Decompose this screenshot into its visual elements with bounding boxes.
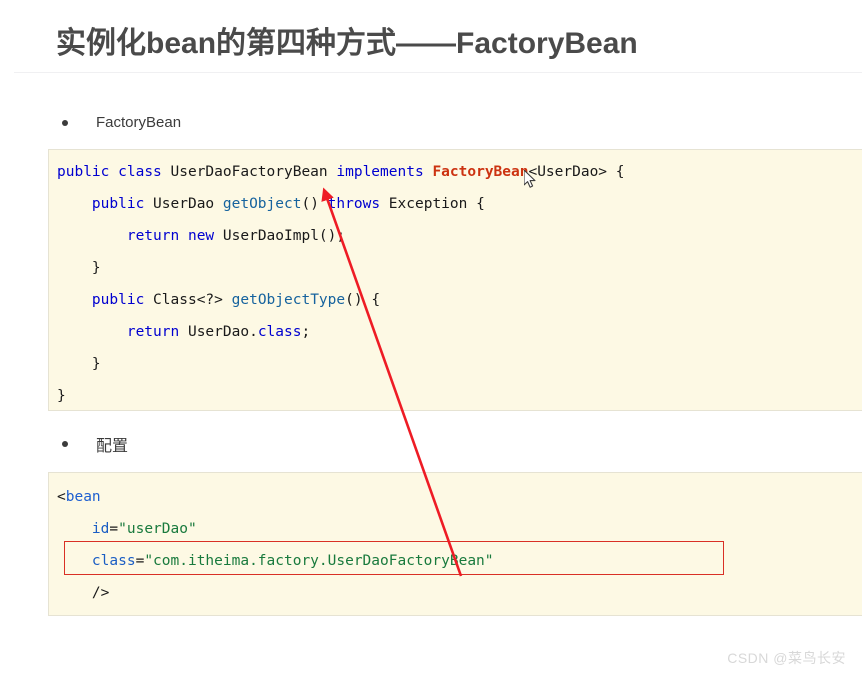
code-token: FactoryBean [432,164,529,180]
code-token: bean [65,489,101,505]
code-token: class [91,553,136,569]
code-line: } [57,380,862,410]
list-item-label: 配置 [96,438,129,455]
code-line: public class UserDaoFactoryBean implemen… [57,156,862,188]
code-line: } [57,252,862,284]
code-token: implements [336,164,424,180]
code-block-java[interactable]: public class UserDaoFactoryBean implemen… [48,149,862,411]
list-item-config: 配置 [62,432,128,456]
code-token: public [91,292,145,308]
watermark: CSDN @菜鸟长安 [727,650,846,666]
bullet-dot-icon [62,119,68,126]
code-token: getObjectType [231,292,346,308]
page-title: 实例化bean的第四种方式——FactoryBean [56,27,638,60]
code-token: < [57,489,66,505]
code-token: = [109,521,119,537]
code-token: UserDao. [179,324,258,340]
code-token: /> [57,585,110,601]
code-token: Exception { [380,196,485,212]
code-token: return [126,228,180,244]
code-token: id [91,521,110,537]
code-token: } [57,388,66,404]
code-token: UserDaoImpl(); [214,228,346,244]
code-token: "userDao" [118,521,197,537]
code-token: } [57,356,101,372]
code-line: public UserDao getObject() throws Except… [57,188,862,220]
code-token: } [57,260,101,276]
code-token: public [91,196,145,212]
code-token: Class<?> [144,292,232,308]
code-line: id="userDao" [57,513,862,545]
code-token: return [126,324,180,340]
code-token: () [301,196,328,212]
code-line: public Class<?> getObjectType() { [57,284,862,316]
code-line: class="com.itheima.factory.UserDaoFactor… [57,545,862,577]
code-line: <bean [57,481,862,513]
code-token: = [135,553,145,569]
code-block-xml[interactable]: <bean id="userDao" class="com.itheima.fa… [48,472,862,616]
code-token: throws [327,196,381,212]
code-token: getObject [222,196,302,212]
code-token: () { [345,292,381,308]
code-token: ; [301,324,311,340]
list-item-label: FactoryBean [96,114,182,131]
code-token: "com.itheima.factory.UserDaoFactoryBean" [144,553,494,569]
code-token: class [257,324,302,340]
list-item-factorybean: FactoryBean [62,114,181,131]
code-line: return UserDao.class; [57,316,862,348]
code-token: UserDaoFactoryBean [161,164,337,180]
code-line: return new UserDaoImpl(); [57,220,862,252]
code-line: /> [57,577,862,609]
code-line: } [57,348,862,380]
bullet-dot-icon [62,441,68,447]
code-token: public [57,164,110,180]
header-divider [14,72,862,73]
code-token: new [187,228,215,244]
code-token: class [118,164,162,180]
code-token: UserDao [144,196,223,212]
code-token: <UserDao> { [528,164,625,180]
